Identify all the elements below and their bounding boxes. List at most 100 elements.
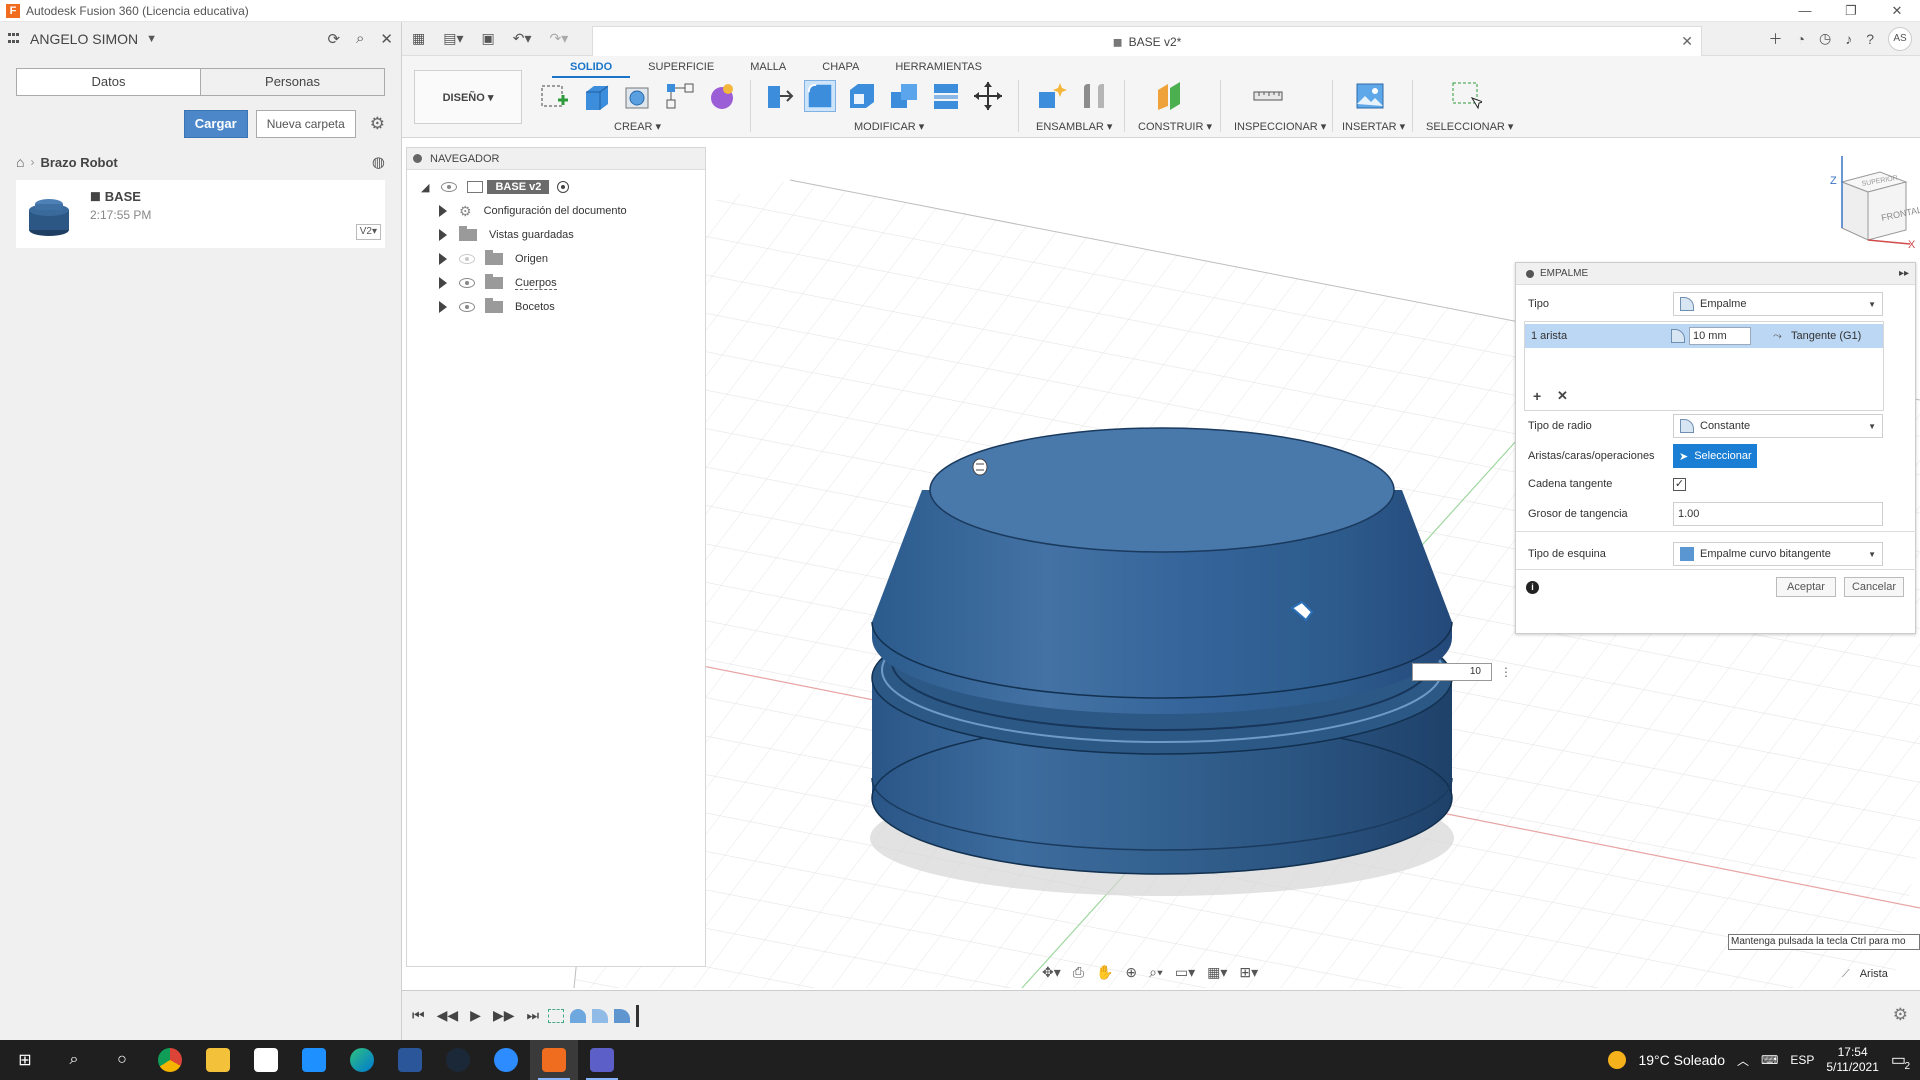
new-folder-button[interactable]: Nueva carpeta bbox=[255, 110, 356, 138]
expand-dialog-icon[interactable]: ▸▸ bbox=[1899, 268, 1909, 279]
pattern-icon[interactable] bbox=[664, 80, 696, 112]
group-select[interactable]: SELECCIONAR ▾ bbox=[1426, 120, 1513, 133]
tangent-chain-checkbox[interactable]: ✓ bbox=[1673, 477, 1686, 491]
timeline-marker-icon[interactable] bbox=[636, 1005, 639, 1027]
expand-icon[interactable] bbox=[439, 229, 447, 241]
chevron-down-icon[interactable]: ▼ bbox=[146, 33, 157, 45]
create-sketch-icon[interactable] bbox=[538, 80, 570, 112]
radius-input[interactable]: 10 mm bbox=[1689, 327, 1751, 345]
timeline-forward-icon[interactable]: ▶▶ bbox=[493, 1007, 515, 1024]
extrude-icon[interactable] bbox=[580, 80, 612, 112]
redo-icon[interactable]: ↷▾ bbox=[550, 30, 569, 47]
fit-icon[interactable]: ⌕▾ bbox=[1149, 964, 1163, 981]
chrome-icon[interactable] bbox=[146, 1040, 194, 1080]
gear-icon[interactable]: ⚙ bbox=[370, 114, 385, 134]
timeline-back-icon[interactable]: ◀◀ bbox=[437, 1007, 459, 1024]
remove-selection-icon[interactable]: ✕ bbox=[1557, 388, 1568, 404]
offset-plane-icon[interactable] bbox=[1154, 80, 1186, 112]
close-tab-icon[interactable]: ✕ bbox=[1681, 33, 1693, 50]
clock[interactable]: 17:54 5/11/2021 bbox=[1826, 1045, 1879, 1075]
browser-item-saved-views[interactable]: Vistas guardadas bbox=[439, 224, 574, 246]
timeline-settings-icon[interactable]: ⚙ bbox=[1893, 1005, 1908, 1025]
tab-datos[interactable]: Datos bbox=[17, 69, 200, 95]
teams-icon[interactable] bbox=[578, 1040, 626, 1080]
collapse-triangle-icon[interactable]: ◢ bbox=[421, 181, 429, 194]
split-body-icon[interactable] bbox=[930, 80, 962, 112]
group-modify[interactable]: MODIFICAR ▾ bbox=[854, 120, 924, 133]
show-hidden-icons[interactable]: ︿ bbox=[1737, 1052, 1749, 1069]
job-status-icon[interactable]: ◷ bbox=[1819, 30, 1831, 47]
undo-icon[interactable]: ↶▾ bbox=[513, 30, 532, 47]
collapse-dialog-icon[interactable] bbox=[1526, 269, 1534, 278]
browser-item-origin[interactable]: Origen bbox=[439, 248, 548, 270]
group-construct[interactable]: CONSTRUIR ▾ bbox=[1138, 120, 1212, 133]
extensions-icon[interactable]: ◔ bbox=[1797, 31, 1805, 47]
viewports-icon[interactable]: ⊞▾ bbox=[1239, 964, 1258, 981]
avatar[interactable]: AS bbox=[1888, 26, 1912, 51]
minimize-button[interactable]: — bbox=[1782, 0, 1828, 22]
eye-icon[interactable] bbox=[441, 182, 458, 192]
file-menu-icon[interactable]: ▤▾ bbox=[443, 30, 463, 47]
eye-icon[interactable] bbox=[459, 302, 475, 312]
corner-type-select[interactable]: Empalme curvo bitangente ▼ bbox=[1673, 542, 1883, 566]
cancel-button[interactable]: Cancelar bbox=[1844, 577, 1904, 597]
search-icon[interactable]: ⌕ bbox=[356, 30, 364, 48]
group-assemble[interactable]: ENSAMBLAR ▾ bbox=[1036, 120, 1112, 133]
save-icon[interactable]: ▣ bbox=[482, 30, 495, 47]
weather-sun-icon[interactable] bbox=[1608, 1051, 1627, 1069]
file-card-base[interactable]: ◼ BASE 2:17:55 PM V2▾ bbox=[16, 180, 385, 248]
edge-icon[interactable] bbox=[338, 1040, 386, 1080]
expand-icon[interactable] bbox=[439, 253, 447, 265]
add-selection-icon[interactable]: + bbox=[1533, 388, 1541, 404]
steam-icon[interactable] bbox=[434, 1040, 482, 1080]
measure-icon[interactable] bbox=[1252, 80, 1284, 112]
apps-grid-icon[interactable] bbox=[8, 33, 22, 45]
cortana-icon[interactable]: ○ bbox=[98, 1040, 146, 1080]
radius-manipulator-input[interactable]: 10 bbox=[1412, 663, 1492, 681]
weather-text[interactable]: 19°C Soleado bbox=[1638, 1052, 1725, 1068]
revolve-icon[interactable] bbox=[622, 80, 654, 112]
upload-button[interactable]: Cargar bbox=[183, 110, 248, 138]
info-icon[interactable]: i bbox=[1526, 581, 1539, 594]
browser-root[interactable]: ◢ BASE v2 bbox=[421, 176, 570, 198]
expand-icon[interactable] bbox=[439, 205, 447, 217]
windows-start-icon[interactable]: ⊞ bbox=[0, 1040, 50, 1080]
maximize-button[interactable]: ❐ bbox=[1828, 0, 1874, 22]
eye-hidden-icon[interactable] bbox=[459, 254, 475, 264]
joint-icon[interactable] bbox=[1078, 80, 1110, 112]
refresh-icon[interactable]: ⟳ bbox=[327, 30, 340, 48]
orbit-icon[interactable]: ✥▾ bbox=[1042, 964, 1061, 981]
file-explorer-icon[interactable] bbox=[194, 1040, 242, 1080]
expand-icon[interactable] bbox=[439, 301, 447, 313]
edge-selection-list[interactable]: 1 arista 10 mm ⤳ Tangente (G1) + ✕ bbox=[1524, 321, 1884, 411]
timeline-play-icon[interactable]: ▶ bbox=[470, 1007, 481, 1024]
browser-item-bodies[interactable]: Cuerpos bbox=[439, 272, 557, 294]
zoom-icon[interactable]: ⊕ bbox=[1125, 964, 1137, 981]
timeline-sketch-icon[interactable] bbox=[548, 1009, 564, 1023]
collapse-browser-icon[interactable] bbox=[413, 154, 422, 163]
look-at-icon[interactable]: ⎙ bbox=[1073, 964, 1084, 981]
breadcrumb-project[interactable]: Brazo Robot bbox=[40, 155, 117, 170]
tab-malla[interactable]: MALLA bbox=[732, 58, 804, 78]
new-tab-icon[interactable]: ＋ bbox=[1769, 29, 1783, 49]
tab-superficie[interactable]: SUPERFICIE bbox=[630, 58, 732, 78]
activate-radio-icon[interactable] bbox=[557, 181, 570, 193]
document-tab[interactable]: ◼ BASE v2* ✕ bbox=[592, 26, 1702, 56]
close-panel-icon[interactable]: ✕ bbox=[380, 30, 393, 48]
selection-row[interactable]: 1 arista 10 mm ⤳ Tangente (G1) bbox=[1525, 324, 1883, 348]
combine-icon[interactable] bbox=[888, 80, 920, 112]
timeline-start-icon[interactable]: ⏮ bbox=[412, 1007, 425, 1024]
select-edges-button[interactable]: ➤ Seleccionar bbox=[1673, 444, 1757, 468]
pan-icon[interactable]: ✋ bbox=[1096, 964, 1113, 981]
tangency-weight-input[interactable]: 1.00 bbox=[1673, 502, 1883, 526]
move-copy-icon[interactable] bbox=[972, 80, 1004, 112]
tab-solido[interactable]: SOLIDO bbox=[552, 58, 631, 78]
display-settings-icon[interactable]: ▭▾ bbox=[1175, 964, 1195, 981]
home-icon[interactable]: ⌂ bbox=[16, 154, 24, 170]
network-icon[interactable]: ⌨ bbox=[1761, 1053, 1778, 1067]
radius-type-select[interactable]: Constante ▼ bbox=[1673, 414, 1883, 438]
zoom-icon[interactable] bbox=[482, 1040, 530, 1080]
help-icon[interactable]: ? bbox=[1866, 31, 1874, 47]
timeline-fillet-active-icon[interactable] bbox=[614, 1009, 630, 1023]
file-thumbnail[interactable] bbox=[26, 190, 72, 238]
